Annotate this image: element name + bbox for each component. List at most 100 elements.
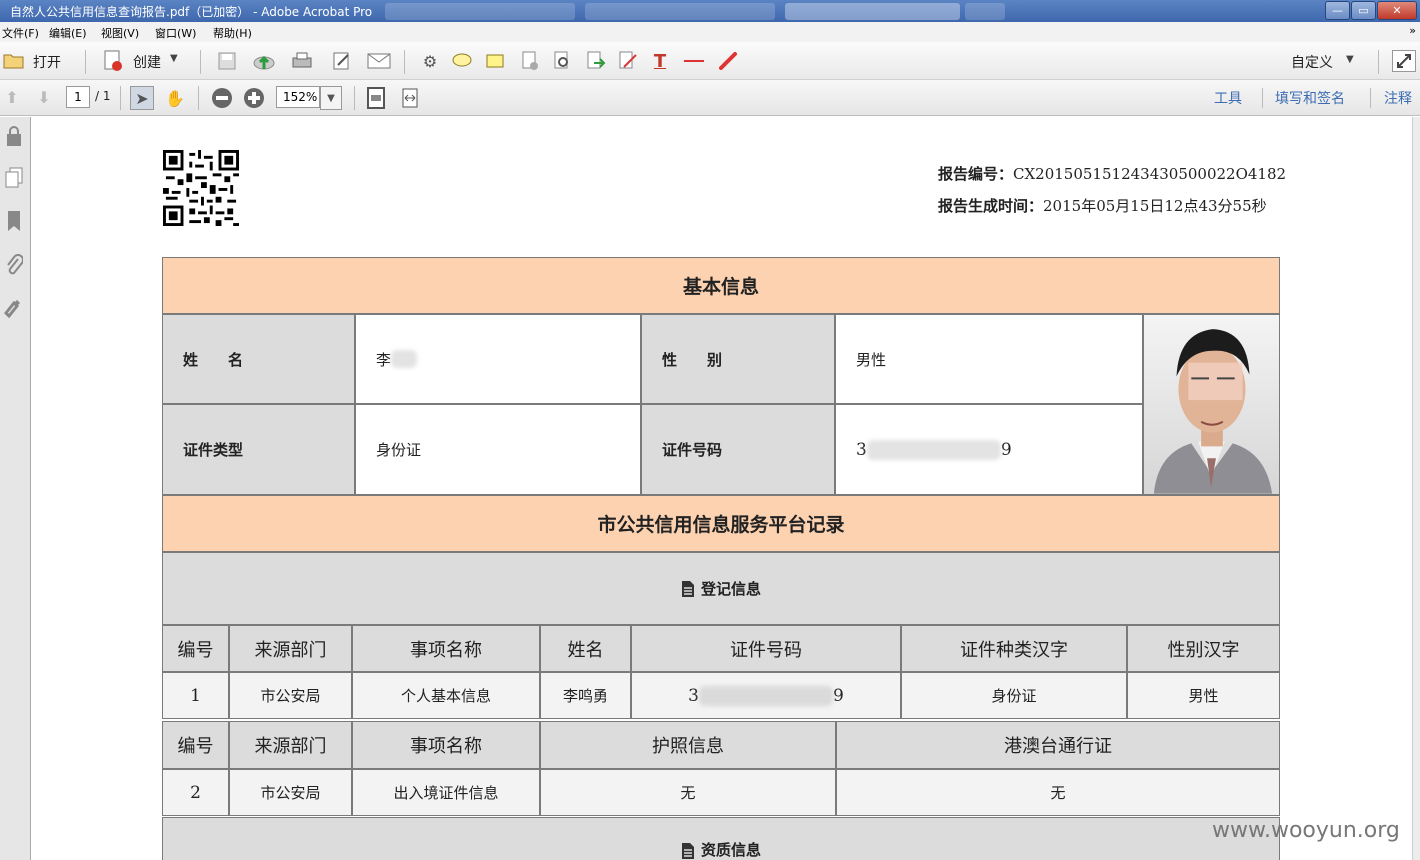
search-document-icon[interactable]: [550, 50, 574, 72]
select-cursor-icon[interactable]: ➤: [130, 86, 154, 110]
id-number-label: 证件号码: [641, 404, 835, 495]
minimize-button[interactable]: —: [1325, 1, 1350, 20]
vertical-scrollbar[interactable]: [1412, 117, 1420, 860]
lock-icon[interactable]: [2, 125, 26, 151]
zoom-in-icon[interactable]: [242, 86, 266, 110]
report-number-value: CX201505151243430500022O4182: [1013, 165, 1287, 183]
customize-dropdown-arrow-icon[interactable]: ▼: [1346, 54, 1354, 65]
create-dropdown-arrow-icon[interactable]: ▼: [170, 53, 178, 64]
basic-info-header: 基本信息: [162, 257, 1280, 314]
qr-code: [163, 150, 239, 226]
export-document-icon[interactable]: [584, 50, 608, 72]
toolbar-separator: [354, 86, 355, 110]
toolbar-separator: [200, 50, 201, 74]
table1-row-gender: 男性: [1127, 672, 1280, 719]
main-toolbar: 打开 创建 ▼ ⚙ T 自定义 ▼: [0, 42, 1420, 80]
create-button[interactable]: 创建: [133, 52, 161, 72]
close-button[interactable]: ✕: [1377, 1, 1417, 20]
hand-tool-icon[interactable]: ✋: [163, 86, 187, 110]
name-value: 李: [376, 350, 392, 369]
email-icon[interactable]: [366, 50, 392, 72]
maximize-button[interactable]: ▭: [1351, 1, 1376, 20]
zoom-dropdown-arrow-icon[interactable]: ▼: [320, 86, 342, 110]
fit-width-icon[interactable]: [398, 86, 422, 110]
previous-page-icon[interactable]: ⬆: [2, 87, 22, 107]
redaction-blur: [866, 439, 1001, 460]
zoom-out-icon[interactable]: [210, 86, 234, 110]
menu-view[interactable]: 视图(V): [101, 25, 139, 41]
document-compare-icon[interactable]: [518, 50, 542, 72]
menu-window[interactable]: 窗口(W): [155, 25, 196, 41]
table2-header-dept: 来源部门: [229, 721, 352, 769]
fullscreen-icon[interactable]: [1392, 50, 1416, 72]
redaction-blur: [391, 350, 418, 368]
table1-row-name: 李鸣勇: [540, 672, 631, 719]
table2-row-no: 2: [162, 769, 229, 816]
table1-header-no: 编号: [162, 625, 229, 672]
highlight-text-icon[interactable]: [484, 50, 508, 72]
document-icon: [681, 843, 694, 859]
id-type-value: 身份证: [355, 404, 641, 495]
open-button[interactable]: 打开: [33, 52, 61, 72]
background-tab[interactable]: [385, 3, 575, 20]
edit-document-icon[interactable]: [330, 50, 354, 72]
platform-record-header: 市公共信用信息服务平台记录: [162, 495, 1280, 552]
report-time-value: 2015年05月15日12点43分55秒: [1043, 197, 1267, 215]
table1-row-id-kind: 身份证: [901, 672, 1127, 719]
table2-header-item: 事项名称: [352, 721, 540, 769]
text-tool-icon[interactable]: T: [648, 50, 672, 72]
page-number-input[interactable]: 1: [66, 86, 90, 108]
settings-gear-icon[interactable]: ⚙: [418, 50, 442, 72]
menu-file[interactable]: 文件(F): [2, 25, 39, 41]
upload-cloud-icon[interactable]: [252, 50, 276, 72]
table1-row-dept: 市公安局: [229, 672, 352, 719]
table1-header-dept: 来源部门: [229, 625, 352, 672]
background-tab[interactable]: [785, 3, 960, 20]
bookmark-icon[interactable]: [2, 210, 26, 236]
fit-page-icon[interactable]: [364, 86, 388, 110]
menu-edit[interactable]: 编辑(E): [49, 25, 87, 41]
zoom-input[interactable]: 152%: [276, 86, 320, 108]
background-tab[interactable]: [585, 3, 775, 20]
customize-button[interactable]: 自定义: [1291, 52, 1333, 72]
attachment-paperclip-icon[interactable]: [2, 254, 26, 280]
next-page-icon[interactable]: ⬇: [34, 87, 54, 107]
tools-link[interactable]: 工具: [1214, 88, 1242, 108]
pencil-icon[interactable]: [716, 50, 740, 72]
table2-header-passport: 护照信息: [540, 721, 836, 769]
gender-value: 男性: [835, 314, 1143, 404]
page-thumbnails-icon[interactable]: [2, 167, 26, 193]
document-icon: [681, 580, 694, 597]
table1-row-id-number-cell: 39: [631, 672, 901, 719]
table2-row-dept: 市公安局: [229, 769, 352, 816]
id-number-prefix: 3: [856, 439, 867, 460]
table2-row-item: 出入境证件信息: [352, 769, 540, 816]
comment-bubble-icon[interactable]: [450, 50, 474, 72]
fill-and-sign-link[interactable]: 填写和签名: [1275, 88, 1345, 108]
signature-icon[interactable]: [2, 297, 26, 323]
background-tab[interactable]: [965, 3, 1005, 20]
toolbar-separator: [1370, 88, 1371, 108]
registration-info-header-cell: 登记信息: [162, 552, 1280, 625]
id-type-label: 证件类型: [162, 404, 355, 495]
gender-label: 性 别: [641, 314, 835, 404]
toolbar-separator: [1378, 50, 1379, 74]
qualification-info-header: 资质信息: [700, 841, 761, 859]
open-folder-icon[interactable]: [2, 50, 26, 72]
sign-document-icon[interactable]: [616, 50, 640, 72]
table1-header-item: 事项名称: [352, 625, 540, 672]
table1-id-suffix: 9: [833, 685, 844, 706]
comment-link[interactable]: 注释: [1384, 88, 1412, 108]
print-icon[interactable]: [290, 50, 314, 72]
menu-overflow-arrow[interactable]: »: [1409, 24, 1416, 37]
window-title: 自然人公共信用信息查询报告.pdf（已加密） - Adobe Acrobat P…: [10, 5, 373, 19]
line-tool-icon[interactable]: [682, 50, 706, 72]
create-pdf-icon[interactable]: [101, 50, 125, 72]
save-icon[interactable]: [215, 50, 239, 72]
table2-row-hk-permit: 无: [836, 769, 1280, 816]
table1-row-item: 个人基本信息: [352, 672, 540, 719]
registration-info-header: 登记信息: [700, 580, 761, 598]
menu-help[interactable]: 帮助(H): [213, 25, 252, 41]
table1-row-no: 1: [162, 672, 229, 719]
report-time-row: 报告生成时间：2015年05月15日12点43分55秒: [938, 195, 1267, 216]
